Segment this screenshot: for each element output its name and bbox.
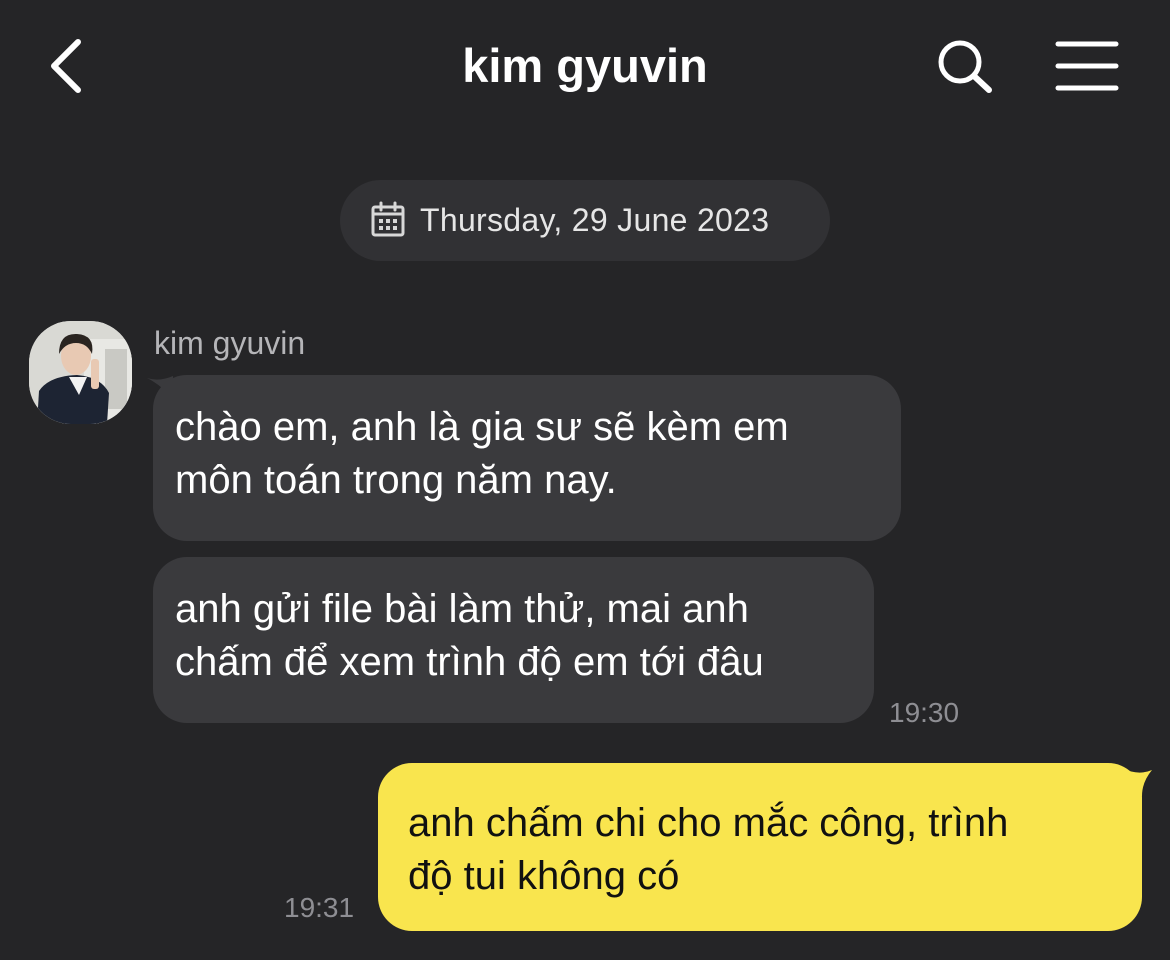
chevron-left-icon [51,39,81,93]
date-divider: Thursday, 29 June 2023 [340,180,830,261]
profile-photo [29,321,132,424]
sender-name: kim gyuvin [154,325,306,361]
search-icon [938,40,992,93]
calendar-icon [371,201,405,237]
message-bubble-incoming[interactable]: chào em, anh là gia sư sẽ kèm em môn toá… [153,375,901,541]
message-timestamp: 19:30 [889,697,960,728]
avatar[interactable] [29,321,132,424]
back-button[interactable] [36,30,106,102]
message-bubble-incoming[interactable]: anh gửi file bài làm thử, mai anh chấm đ… [153,557,874,723]
date-label: Thursday, 29 June 2023 [420,202,770,238]
message-bubble-outgoing[interactable]: anh chấm chi cho mắc công, trình độ tui … [378,763,1142,931]
menu-button[interactable] [1046,34,1126,98]
chat-header: kim gyuvin [0,0,1170,135]
search-button[interactable] [930,34,998,98]
hamburger-menu-icon [1055,41,1119,91]
message-timestamp: 19:31 [284,892,355,923]
